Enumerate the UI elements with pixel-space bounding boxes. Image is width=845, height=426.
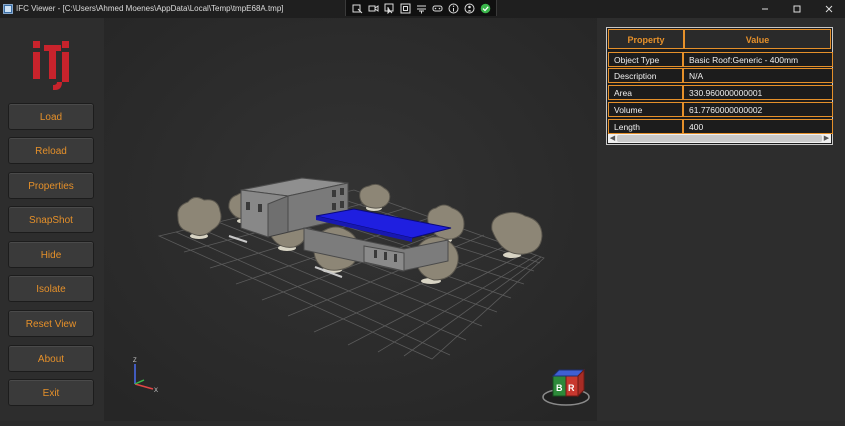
properties-panel: Property Value Object Type Basic Roof:Ge… <box>597 18 845 421</box>
fit-icon[interactable] <box>415 2 427 14</box>
gamepad-icon[interactable] <box>431 2 443 14</box>
app-icon <box>3 4 13 14</box>
horizontal-scrollbar[interactable]: ◀ ▶ <box>608 134 831 143</box>
property-cell: Area <box>608 85 683 100</box>
reload-button[interactable]: Reload <box>8 137 94 164</box>
property-cell: Length <box>608 119 683 134</box>
exit-button[interactable]: Exit <box>8 379 94 406</box>
value-cell: 400 <box>683 119 833 134</box>
select-icon[interactable] <box>351 2 363 14</box>
table-row[interactable]: Object Type Basic Roof:Generic - 400mm <box>608 52 833 67</box>
frame-icon[interactable] <box>399 2 411 14</box>
iti-logo <box>33 41 69 90</box>
camera-icon[interactable] <box>367 2 379 14</box>
check-icon[interactable] <box>479 2 491 14</box>
hide-button[interactable]: Hide <box>8 241 94 268</box>
isolate-button[interactable]: Isolate <box>8 275 94 302</box>
pointer-icon[interactable] <box>383 2 395 14</box>
person-icon[interactable] <box>463 2 475 14</box>
close-icon[interactable] <box>813 0 845 18</box>
view-cube-face-r: R <box>568 383 575 393</box>
top-toolbar <box>345 0 497 16</box>
property-column-header[interactable]: Property <box>608 29 684 49</box>
view-cube-face-b: B <box>556 383 563 393</box>
axis-z-label: Z <box>133 358 137 364</box>
table-header: Property Value <box>608 29 831 49</box>
axis-x-label: X <box>154 388 158 394</box>
minimize-icon[interactable] <box>749 0 781 18</box>
maximize-icon[interactable] <box>781 0 813 18</box>
scrollbar-thumb[interactable] <box>617 135 822 142</box>
scroll-right-icon[interactable]: ▶ <box>822 134 831 143</box>
window-controls <box>749 0 845 18</box>
value-cell: 61.7760000000002 <box>683 102 833 117</box>
scroll-left-icon[interactable]: ◀ <box>608 134 617 143</box>
property-cell: Volume <box>608 102 683 117</box>
value-column-header[interactable]: Value <box>684 29 831 49</box>
3d-viewport[interactable]: Z X B R <box>104 18 597 421</box>
load-button[interactable]: Load <box>8 103 94 130</box>
snapshot-button[interactable]: SnapShot <box>8 206 94 233</box>
info-icon[interactable] <box>447 2 459 14</box>
property-cell: Description <box>608 68 683 83</box>
value-cell: N/A <box>683 68 833 83</box>
window-title: IFC Viewer - [C:\Users\Ahmed Moenes\AppD… <box>16 4 284 13</box>
about-button[interactable]: About <box>8 345 94 372</box>
value-cell: 330.960000000001 <box>683 85 833 100</box>
scene-canvas[interactable]: Z X B R <box>104 18 597 421</box>
value-cell: Basic Roof:Generic - 400mm <box>683 52 833 67</box>
table-row[interactable]: Length 400 <box>608 119 833 134</box>
table-row[interactable]: Volume 61.7760000000002 <box>608 102 833 117</box>
properties-button[interactable]: Properties <box>8 172 94 199</box>
table-row[interactable]: Description N/A <box>608 68 833 83</box>
table-row[interactable]: Area 330.960000000001 <box>608 85 833 100</box>
reset-view-button[interactable]: Reset View <box>8 310 94 337</box>
sidebar: Load Reload Properties SnapShot Hide Iso… <box>0 18 104 421</box>
properties-table: Property Value Object Type Basic Roof:Ge… <box>606 27 833 145</box>
title-bar: IFC Viewer - [C:\Users\Ahmed Moenes\AppD… <box>0 0 845 18</box>
property-cell: Object Type <box>608 52 683 67</box>
